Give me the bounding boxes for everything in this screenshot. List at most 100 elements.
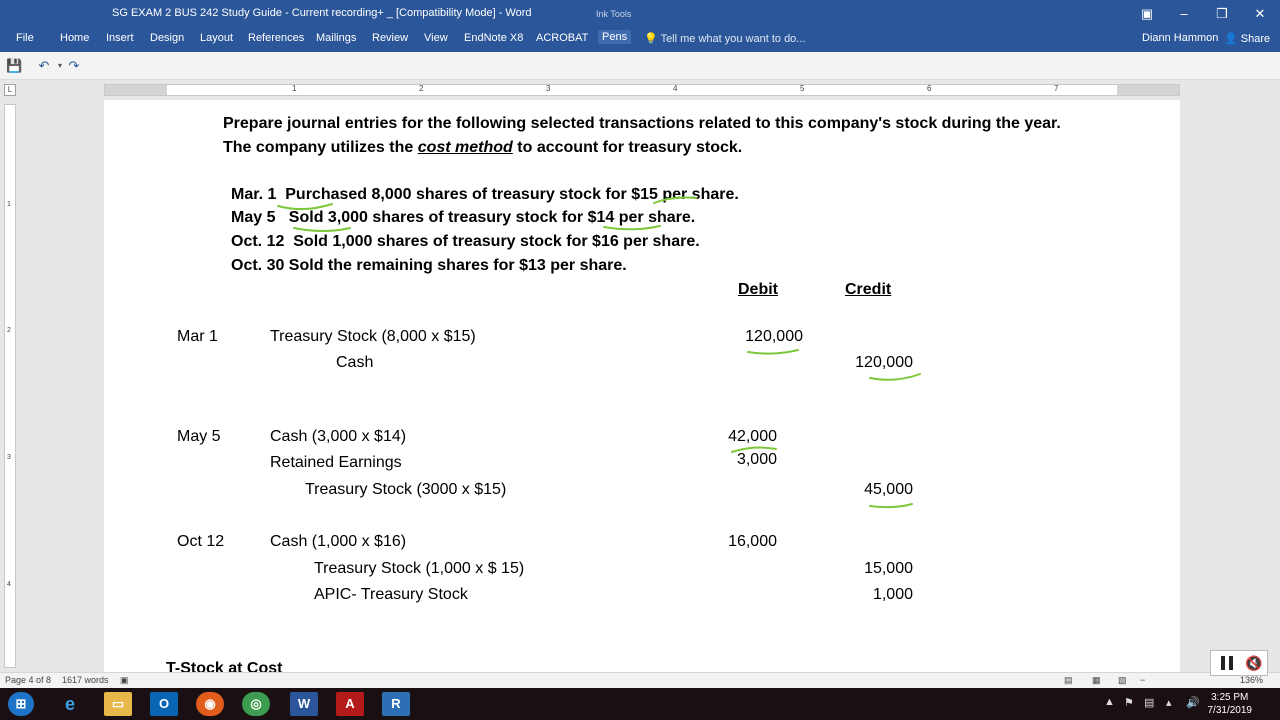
transaction-line: Oct. 12 Sold 1,000 shares of treasury st… <box>231 233 700 250</box>
firefox-icon[interactable]: ◉ <box>196 692 224 716</box>
user-name[interactable]: Diann Hammon <box>1142 32 1218 44</box>
entry-account: Retained Earnings <box>270 454 402 471</box>
right-margin-shade <box>1117 85 1179 95</box>
network-icon[interactable]: ▤ <box>1144 696 1154 709</box>
acrobat-icon[interactable]: A <box>336 692 364 716</box>
outlook-icon[interactable]: O <box>150 692 178 716</box>
instructions-line-2: The company utilizes the cost method to … <box>223 139 742 157</box>
tab-home[interactable]: Home <box>60 32 89 44</box>
entry-account: APIC- Treasury Stock <box>314 586 468 603</box>
recording-pause-control[interactable]: 🔇 <box>1210 650 1268 676</box>
tab-pens[interactable]: Pens <box>598 30 632 44</box>
document-workarea: 1 2 3 4 Prepare journal entries for the … <box>0 100 1280 672</box>
pause-bar <box>1229 656 1233 670</box>
chrome-icon[interactable]: ◎ <box>242 692 270 716</box>
ruler-number: 5 <box>800 84 805 93</box>
entry-debit: 16,000 <box>728 533 777 550</box>
instructions-line-2-pre: The company utilizes the <box>223 139 418 156</box>
volume-icon[interactable]: 🔊 <box>1186 696 1200 709</box>
ink-tools-context-label: Ink Tools <box>596 9 632 19</box>
tray-expand-icon[interactable]: ▲ <box>1104 696 1115 708</box>
entry-date: Oct 12 <box>177 533 225 550</box>
undo-icon[interactable]: ↶ <box>36 58 52 74</box>
window-title: SG EXAM 2 BUS 242 Study Guide - Current … <box>112 7 532 19</box>
mute-icon[interactable]: 🔇 <box>1245 655 1262 672</box>
vertical-ruler[interactable]: 1 2 3 4 <box>4 104 16 668</box>
transaction-line: Oct. 30 Sold the remaining shares for $1… <box>231 257 627 274</box>
share-label: Share <box>1240 33 1271 45</box>
tell-me-search[interactable]: 💡 Tell me what you want to do... <box>644 32 805 45</box>
pause-bar <box>1221 656 1225 670</box>
transaction-line: May 5 Sold 3,000 shares of treasury stoc… <box>231 209 696 226</box>
r-app-icon[interactable]: R <box>382 692 410 716</box>
entry-debit: 120,000 <box>745 328 803 345</box>
person-icon: 👤 <box>1224 33 1238 45</box>
start-icon[interactable]: ⊞ <box>8 692 34 716</box>
internet-explorer-icon[interactable]: e <box>56 692 84 716</box>
zoom-level[interactable]: 136% <box>1240 675 1263 685</box>
web-layout-icon[interactable]: ▧ <box>1118 675 1127 686</box>
clock-time: 3:25 PM <box>1211 692 1249 703</box>
close-icon[interactable]: ✕ <box>1251 5 1269 23</box>
tab-review[interactable]: Review <box>372 32 408 44</box>
tab-view[interactable]: View <box>424 32 448 44</box>
entry-date: Mar 1 <box>177 328 218 345</box>
proofing-icon[interactable]: ▣ <box>120 675 129 686</box>
ribbon-display-options-icon[interactable]: ▣ <box>1138 5 1156 23</box>
left-margin-shade <box>105 85 167 95</box>
clock-date: 7/31/2019 <box>1207 705 1253 716</box>
ruler-number: 7 <box>1054 84 1059 93</box>
print-layout-icon[interactable]: ▦ <box>1092 675 1101 686</box>
entry-account: Treasury Stock (8,000 x $15) <box>270 328 476 345</box>
entry-account: Treasury Stock (3000 x $15) <box>305 481 507 498</box>
wifi-icon[interactable]: ▴ <box>1166 696 1172 709</box>
tab-design[interactable]: Design <box>150 32 184 44</box>
clock[interactable]: 3:25 PM 7/31/2019 <box>1208 691 1253 717</box>
ruler-number: 3 <box>546 84 551 93</box>
page-count[interactable]: Page 4 of 8 <box>5 675 51 685</box>
ruler-number: 4 <box>7 581 11 588</box>
tab-references[interactable]: References <box>248 32 304 44</box>
entry-credit: 45,000 <box>864 481 913 498</box>
file-explorer-icon[interactable]: ▭ <box>104 692 132 716</box>
save-icon[interactable]: 💾 <box>6 58 22 74</box>
entry-debit: 3,000 <box>736 451 777 468</box>
instructions-line-1: Prepare journal entries for the followin… <box>223 115 1061 132</box>
status-bar: Page 4 of 8 1617 words ▣ ▤ ▦ ▧ − 136% <box>0 672 1280 688</box>
read-mode-icon[interactable]: ▤ <box>1064 675 1073 686</box>
tab-insert[interactable]: Insert <box>106 32 134 44</box>
entry-credit: 1,000 <box>872 586 913 603</box>
tab-endnote[interactable]: EndNote X8 <box>464 32 523 44</box>
tab-layout[interactable]: Layout <box>200 32 233 44</box>
word-count[interactable]: 1617 words <box>62 675 109 685</box>
minimize-icon[interactable]: – <box>1175 5 1193 23</box>
entry-date: May 5 <box>177 428 221 445</box>
tab-acrobat[interactable]: ACROBAT <box>536 32 588 44</box>
ruler-number: 3 <box>7 454 11 461</box>
flag-icon[interactable]: ⚑ <box>1124 696 1134 709</box>
ruler-area: L 1 2 3 4 5 6 7 <box>0 80 1280 100</box>
tab-file[interactable]: File <box>16 32 34 44</box>
instructions-line-2-post: to account for treasury stock. <box>512 139 743 156</box>
tab-mailings[interactable]: Mailings <box>316 32 356 44</box>
debit-header: Debit <box>738 281 778 298</box>
ruler-number: 1 <box>292 84 297 93</box>
word-icon[interactable]: W <box>290 692 318 716</box>
taskbar: ⊞ e ▭ O ◉ ◎ W A R ▲ ⚑ ▤ ▴ 🔊 3:25 PM 7/31… <box>0 688 1280 720</box>
tab-selector[interactable]: L <box>4 84 16 96</box>
restore-icon[interactable]: ❐ <box>1213 5 1231 23</box>
redo-icon[interactable]: ↷ <box>66 58 82 74</box>
entry-credit: 120,000 <box>855 354 913 371</box>
entry-account: Treasury Stock (1,000 x $ 15) <box>314 560 525 577</box>
lightbulb-icon: 💡 <box>644 33 658 45</box>
ink-underline-120000-credit <box>869 373 921 381</box>
zoom-out-icon[interactable]: − <box>1140 675 1145 685</box>
document-page[interactable]: Prepare journal entries for the followin… <box>104 100 1180 672</box>
entry-account: Cash (1,000 x $16) <box>270 533 407 550</box>
ruler-number: 1 <box>7 201 11 208</box>
share-button[interactable]: 👤 Share <box>1224 32 1270 45</box>
word-window: SG EXAM 2 BUS 242 Study Guide - Current … <box>0 0 1280 720</box>
t-stock-heading: T-Stock at Cost <box>166 660 283 672</box>
horizontal-ruler[interactable]: 1 2 3 4 5 6 7 <box>104 84 1180 96</box>
ink-underline-120000-debit <box>747 349 799 355</box>
